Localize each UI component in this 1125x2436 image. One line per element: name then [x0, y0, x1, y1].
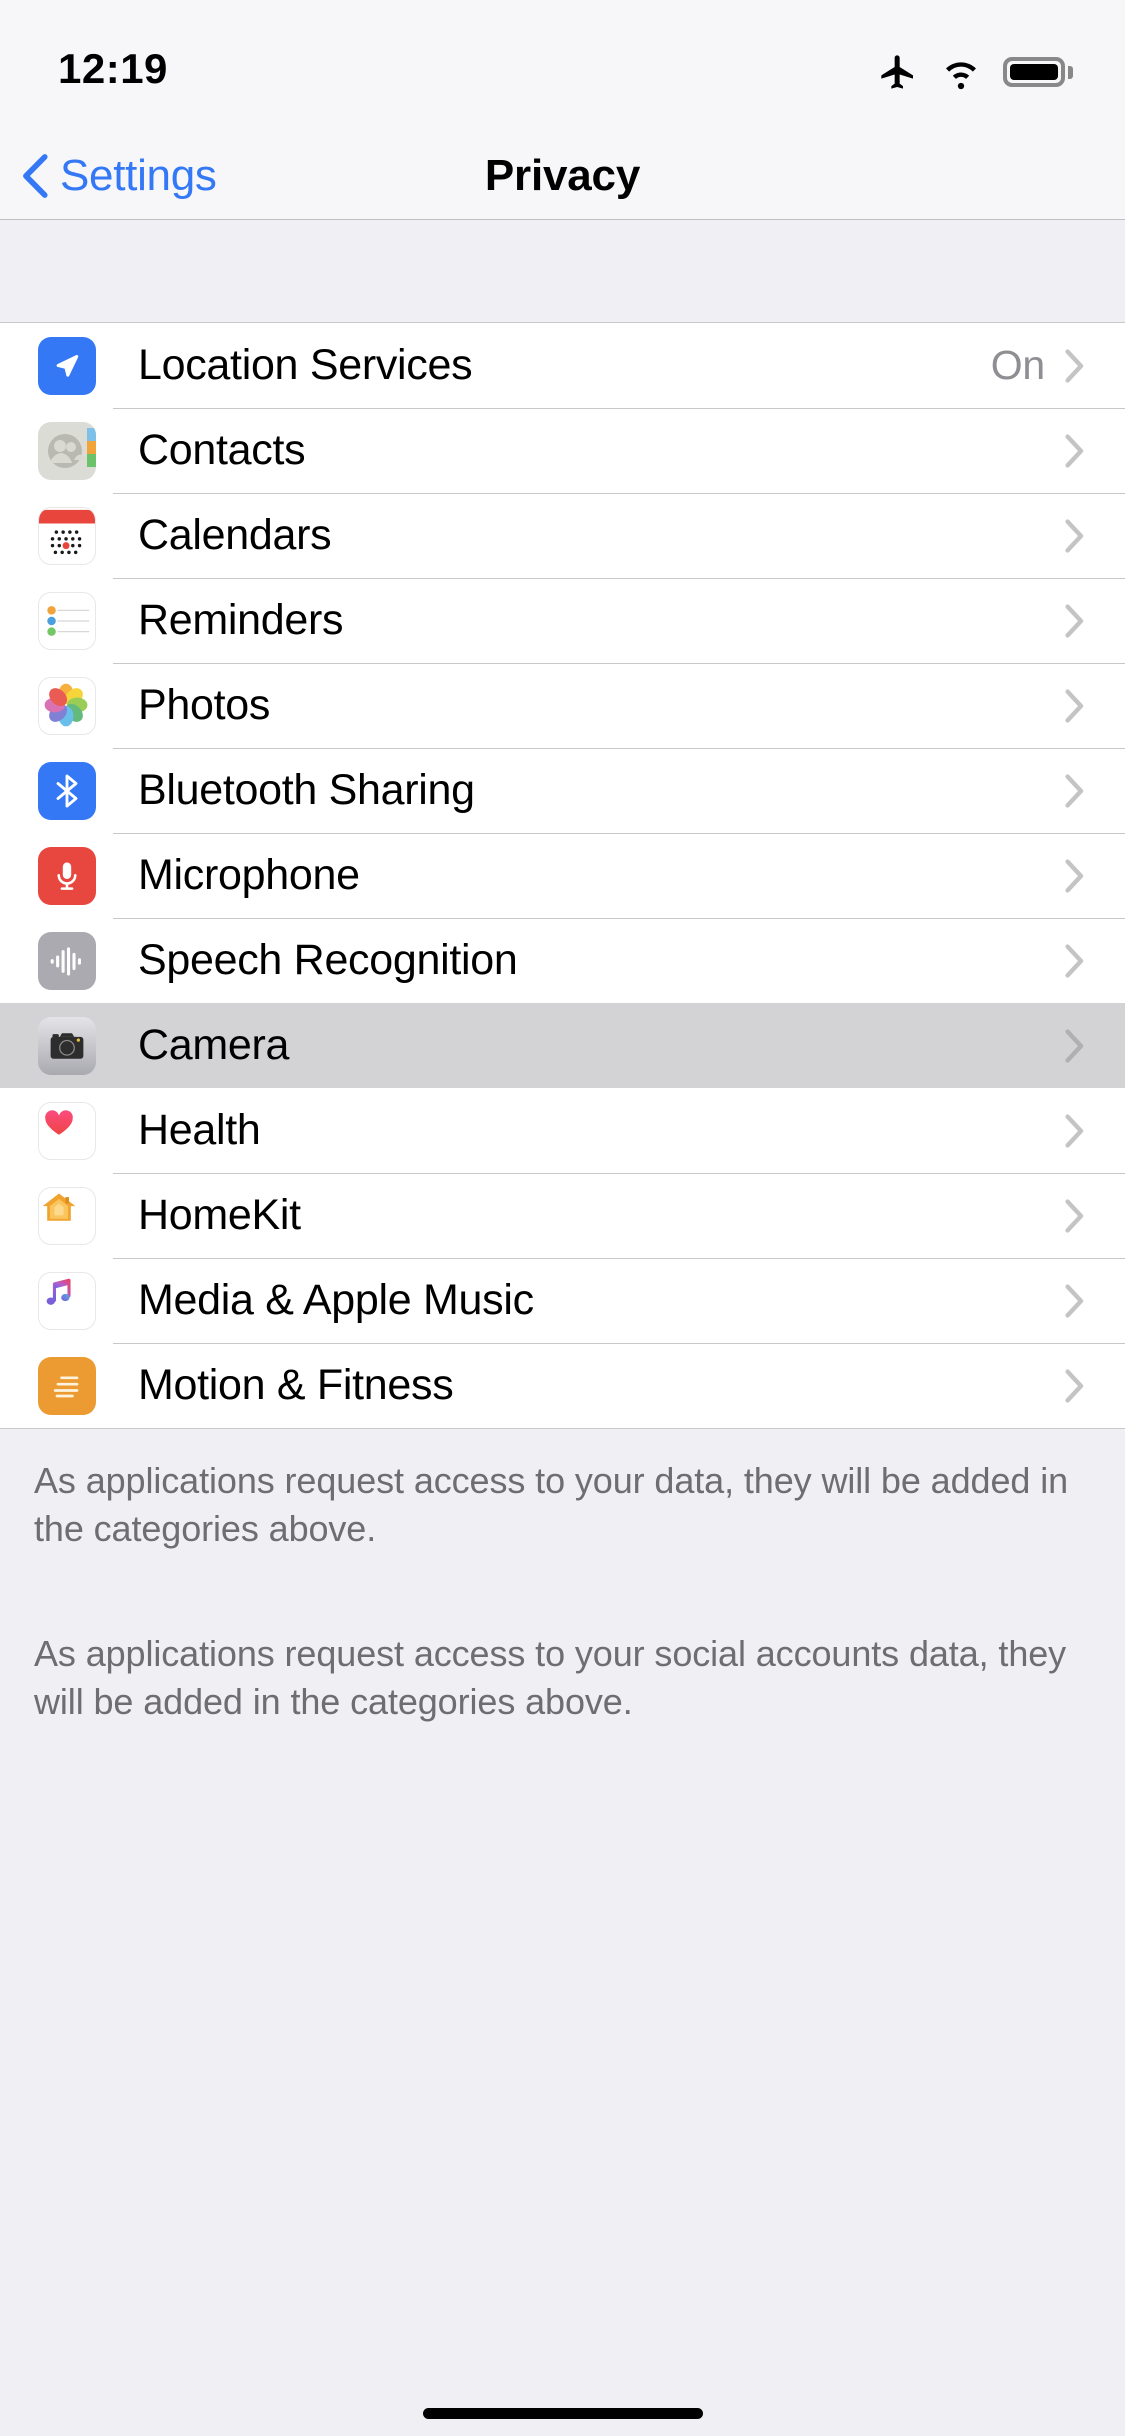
- list-item-health[interactable]: Health: [0, 1088, 1125, 1173]
- chevron-right-icon: [1065, 1198, 1084, 1233]
- reminders-icon: [38, 591, 96, 650]
- list-item-label: Speech Recognition: [138, 936, 518, 984]
- back-button[interactable]: Settings: [0, 151, 217, 201]
- chevron-left-icon: [23, 153, 48, 198]
- settings-scroll-view[interactable]: Location Services On Contacts Calendars …: [0, 220, 1125, 2436]
- music-note-icon: [38, 1271, 96, 1330]
- list-item-label: Reminders: [138, 596, 344, 644]
- chevron-right-icon: [1065, 518, 1084, 553]
- list-item-location-services[interactable]: Location Services On: [0, 323, 1125, 408]
- status-bar-time: 12:19: [58, 45, 168, 92]
- motion-lines-icon: [38, 1356, 96, 1415]
- chevron-right-icon: [1065, 348, 1084, 383]
- heart-icon: [38, 1101, 96, 1160]
- camera-icon: [38, 1016, 96, 1075]
- list-item-label: Photos: [138, 681, 271, 729]
- list-item-camera[interactable]: Camera: [0, 1003, 1125, 1088]
- list-item-label: Camera: [138, 1021, 290, 1069]
- chevron-right-icon: [1065, 1283, 1084, 1318]
- bluetooth-icon: [38, 761, 96, 820]
- chevron-right-icon: [1065, 1113, 1084, 1148]
- list-item-label: Motion & Fitness: [138, 1361, 454, 1409]
- chevron-right-icon: [1065, 858, 1084, 893]
- list-item-media-apple-music[interactable]: Media & Apple Music: [0, 1258, 1125, 1343]
- chevron-right-icon: [1065, 943, 1084, 978]
- list-item-reminders[interactable]: Reminders: [0, 578, 1125, 663]
- contacts-icon: [38, 421, 96, 480]
- list-item-value: On: [990, 342, 1045, 388]
- list-item-label: Contacts: [138, 426, 306, 474]
- status-bar-indicators: [877, 52, 1073, 92]
- list-item-label: Media & Apple Music: [138, 1276, 534, 1324]
- status-bar: 12:19: [0, 0, 1125, 132]
- list-item-label: Calendars: [138, 511, 332, 559]
- chevron-right-icon: [1065, 1368, 1084, 1403]
- list-item-label: Microphone: [138, 851, 360, 899]
- chevron-right-icon: [1065, 1028, 1084, 1063]
- home-indicator[interactable]: [422, 2408, 703, 2419]
- list-item-homekit[interactable]: HomeKit: [0, 1173, 1125, 1258]
- chevron-right-icon: [1065, 433, 1084, 468]
- list-item-motion-fitness[interactable]: Motion & Fitness: [0, 1343, 1125, 1428]
- list-item-speech-recognition[interactable]: Speech Recognition: [0, 918, 1125, 1003]
- airplane-mode-icon: [881, 55, 913, 89]
- list-item-photos[interactable]: Photos: [0, 663, 1125, 748]
- group-spacer: [0, 220, 1125, 323]
- wifi-icon: [946, 62, 976, 90]
- calendar-icon: [38, 506, 96, 565]
- chevron-right-icon: [1065, 603, 1084, 638]
- chevron-right-icon: [1065, 688, 1084, 723]
- footer-section: As applications request access to your d…: [0, 1428, 1125, 2436]
- footer-text-social-accounts: As applications request access to your s…: [34, 1633, 1067, 1722]
- list-item-bluetooth-sharing[interactable]: Bluetooth Sharing: [0, 748, 1125, 833]
- speech-waveform-icon: [38, 931, 96, 990]
- footer-text-data-access: As applications request access to your d…: [34, 1460, 1069, 1549]
- list-item-contacts[interactable]: Contacts: [0, 408, 1125, 493]
- privacy-category-list: Location Services On Contacts Calendars …: [0, 323, 1125, 1428]
- microphone-icon: [38, 846, 96, 905]
- location-arrow-icon: [38, 336, 96, 395]
- back-button-label: Settings: [60, 150, 217, 200]
- navigation-bar: Settings Privacy: [0, 132, 1125, 220]
- list-item-label: HomeKit: [138, 1191, 301, 1239]
- privacy-settings-screen: 12:19 Settings Privacy Location Services…: [0, 0, 1125, 2436]
- battery-icon: [1003, 57, 1073, 87]
- house-icon: [38, 1186, 96, 1245]
- list-item-label: Health: [138, 1106, 261, 1154]
- list-item-microphone[interactable]: Microphone: [0, 833, 1125, 918]
- list-item-calendars[interactable]: Calendars: [0, 493, 1125, 578]
- contacts-tabs: [87, 427, 96, 467]
- photos-icon: [38, 676, 96, 735]
- chevron-right-icon: [1065, 773, 1084, 808]
- list-item-label: Location Services: [138, 341, 473, 389]
- list-item-label: Bluetooth Sharing: [138, 766, 475, 814]
